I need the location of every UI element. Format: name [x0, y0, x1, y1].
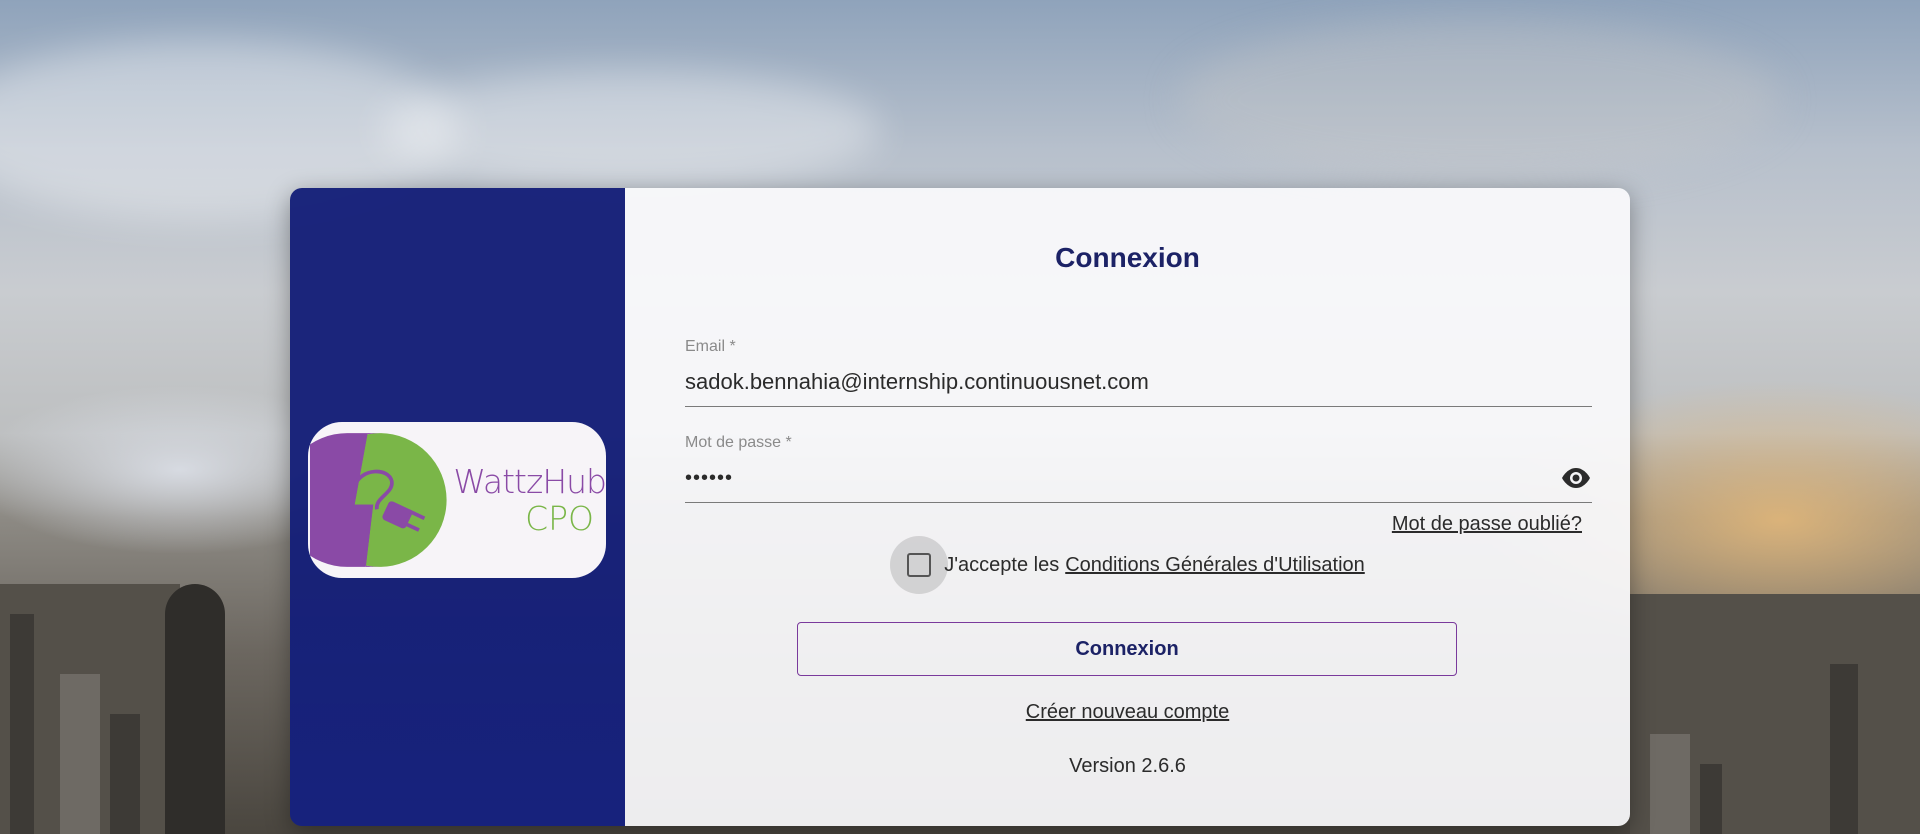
skyline [1650, 734, 1690, 834]
password-input[interactable]: •••••• [685, 464, 1592, 503]
skyline [110, 714, 140, 834]
terms-prefix: J'accepte les [944, 553, 1060, 576]
app-logo: WattzHub CPO [308, 422, 606, 578]
email-value: sadok.bennahia@internship.continuousnet.… [685, 369, 1149, 394]
password-label: Mot de passe * [685, 434, 792, 451]
email-field[interactable]: Email * sadok.bennahia@internship.contin… [685, 338, 1592, 407]
plug-icon [310, 433, 447, 567]
password-field[interactable]: Mot de passe * •••••• [685, 434, 1592, 503]
version-text: Version 2.6.6 [1069, 755, 1186, 777]
login-card: WattzHub CPO Connexion Email * sadok.ben… [290, 188, 1630, 826]
terms-row: J'accepte les Conditions Générales d'Uti… [625, 536, 1630, 594]
cloud [1180, 20, 1780, 180]
skyline [60, 674, 100, 834]
logo-wordmark: WattzHub CPO [453, 465, 606, 535]
brand-panel-overlay [290, 581, 625, 826]
login-form: Connexion Email * sadok.bennahia@interns… [625, 188, 1630, 826]
terms-link[interactable]: Conditions Générales d'Utilisation [1065, 554, 1365, 577]
cloud [380, 70, 880, 190]
page-title: Connexion [1055, 242, 1200, 273]
email-input[interactable]: sadok.bennahia@internship.continuousnet.… [685, 368, 1592, 407]
email-label: Email * [685, 338, 736, 355]
checkbox-box [907, 553, 932, 577]
forgot-password-link[interactable]: Mot de passe oublié? [1392, 513, 1582, 536]
password-value: •••••• [685, 466, 734, 489]
charger-silhouette [165, 584, 225, 834]
logo-name: WattzHub [453, 462, 606, 501]
skyline [1700, 764, 1722, 834]
brand-panel: WattzHub CPO [290, 188, 625, 826]
create-account-link[interactable]: Créer nouveau compte [625, 701, 1630, 724]
login-button[interactable]: Connexion [797, 622, 1457, 676]
skyline [10, 614, 34, 834]
logo-subname: CPO [525, 499, 594, 538]
skyline [1830, 664, 1858, 834]
eye-icon[interactable] [1560, 467, 1592, 489]
terms-checkbox[interactable] [890, 536, 949, 594]
